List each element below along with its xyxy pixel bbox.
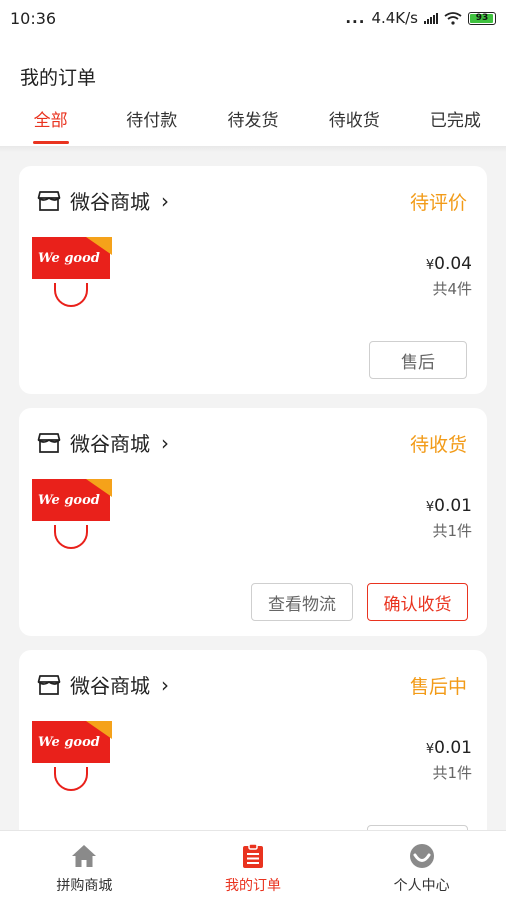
status-indicators: ... 4.4K/s 93 — [345, 9, 496, 27]
status-dots: ... — [345, 9, 366, 27]
order-card[interactable]: 微谷商城 › 待评价 We good ¥0.04 共4件 售后 — [19, 166, 487, 394]
bottom-nav: 拼购商城 我的订单 个人中心 — [0, 830, 506, 900]
confirm-receipt-button[interactable]: 确认收货 — [367, 583, 468, 621]
product-logo: We good — [38, 251, 100, 266]
home-icon — [72, 845, 97, 867]
chevron-right-icon: › — [161, 188, 169, 213]
network-speed: 4.4K/s — [371, 9, 418, 27]
order-price: ¥0.01 — [425, 496, 472, 516]
order-price: ¥0.01 — [425, 738, 472, 758]
after-sales-button[interactable]: 售后 — [369, 341, 467, 379]
order-quantity: 共1件 — [432, 522, 472, 540]
tab-pending-shipment[interactable]: 待发货 — [202, 102, 303, 146]
header-divider — [0, 146, 506, 152]
battery-icon: 93 — [468, 11, 496, 25]
order-quantity: 共4件 — [432, 280, 472, 298]
nav-label: 个人中心 — [393, 878, 450, 894]
product-logo: We good — [38, 735, 100, 750]
order-price: ¥0.04 — [425, 254, 472, 274]
signal-icon — [424, 12, 438, 24]
page-header: 我的订单 全部 待付款 待发货 待收货 已完成 — [0, 36, 506, 146]
order-clipboard-icon — [243, 843, 263, 868]
nav-label: 我的订单 — [225, 878, 281, 894]
tab-pending-payment[interactable]: 待付款 — [101, 102, 202, 146]
order-status: 待收货 — [409, 434, 467, 456]
tab-pending-receipt[interactable]: 待收货 — [304, 102, 405, 146]
product-image[interactable]: We good — [32, 479, 112, 555]
store-header[interactable]: 微谷商城 › — [37, 186, 169, 215]
status-bar: 10:36 ... 4.4K/s 93 — [0, 0, 506, 36]
profile-face-icon — [409, 844, 434, 868]
store-name: 微谷商城 — [70, 190, 150, 214]
order-list: 微谷商城 › 待评价 We good ¥0.04 共4件 售后 微谷商城 › 待… — [19, 166, 487, 892]
wifi-icon — [444, 11, 462, 25]
store-icon — [37, 190, 61, 211]
store-header[interactable]: 微谷商城 › — [37, 670, 169, 699]
battery-level: 93 — [475, 13, 489, 23]
order-status: 待评价 — [409, 192, 467, 214]
nav-label: 拼购商城 — [56, 878, 113, 894]
store-header[interactable]: 微谷商城 › — [37, 428, 169, 457]
store-icon — [37, 432, 61, 453]
nav-item-orders[interactable]: 我的订单 — [169, 831, 338, 900]
track-logistics-button[interactable]: 查看物流 — [251, 583, 353, 621]
product-logo: We good — [38, 493, 100, 508]
page-title: 我的订单 — [20, 67, 97, 89]
order-status: 售后中 — [409, 676, 467, 698]
order-quantity: 共1件 — [432, 764, 472, 782]
tab-completed[interactable]: 已完成 — [405, 102, 506, 146]
order-tabs: 全部 待付款 待发货 待收货 已完成 — [0, 102, 506, 146]
product-image[interactable]: We good — [32, 721, 112, 797]
chevron-right-icon: › — [161, 430, 169, 455]
product-image[interactable]: We good — [32, 237, 112, 313]
store-name: 微谷商城 — [70, 432, 150, 456]
chevron-right-icon: › — [161, 672, 169, 697]
store-icon — [37, 674, 61, 695]
nav-item-profile[interactable]: 个人中心 — [337, 831, 506, 900]
tab-all[interactable]: 全部 — [0, 102, 101, 146]
order-card[interactable]: 微谷商城 › 待收货 We good ¥0.01 共1件 查看物流 确认收货 — [19, 408, 487, 636]
store-name: 微谷商城 — [70, 674, 150, 698]
nav-item-shop[interactable]: 拼购商城 — [0, 831, 169, 900]
status-time: 10:36 — [10, 8, 57, 28]
